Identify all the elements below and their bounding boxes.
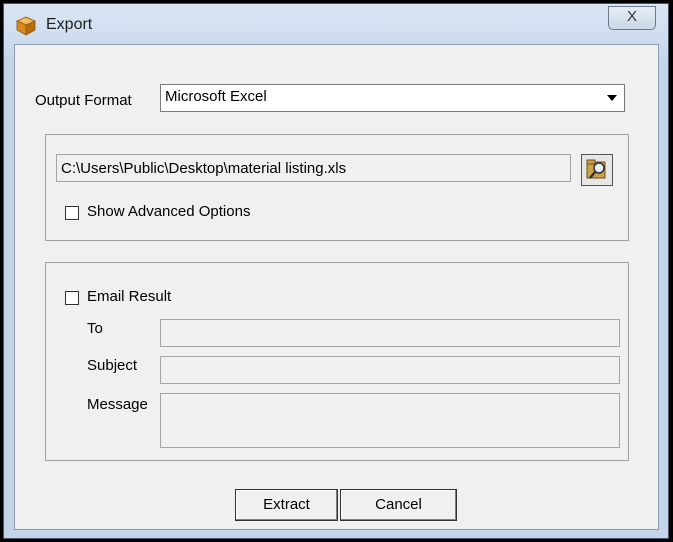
file-group bbox=[45, 134, 629, 241]
to-label: To bbox=[87, 320, 103, 337]
show-advanced-checkbox[interactable] bbox=[65, 206, 79, 220]
folder-search-icon bbox=[582, 159, 612, 189]
message-field[interactable] bbox=[160, 393, 620, 448]
cancel-button[interactable]: Cancel bbox=[340, 489, 457, 521]
export-dialog: Export X Output Format Microsoft Excel C… bbox=[3, 3, 669, 539]
email-result-label: Email Result bbox=[87, 288, 172, 305]
extract-button[interactable]: Extract bbox=[235, 489, 338, 521]
extract-label: Extract bbox=[263, 496, 310, 513]
package-cube-icon bbox=[16, 16, 36, 36]
email-result-checkbox[interactable] bbox=[65, 291, 79, 305]
subject-field[interactable] bbox=[160, 356, 620, 384]
output-format-value: Microsoft Excel bbox=[165, 88, 267, 105]
message-label: Message bbox=[87, 396, 148, 413]
output-format-label: Output Format bbox=[35, 92, 132, 109]
subject-label: Subject bbox=[87, 357, 138, 374]
browse-button[interactable] bbox=[581, 154, 613, 186]
close-icon: X bbox=[626, 8, 637, 25]
to-field[interactable] bbox=[160, 319, 620, 347]
file-path-value: C:\Users\Public\Desktop\material listing… bbox=[61, 160, 347, 177]
show-advanced-label: Show Advanced Options bbox=[87, 203, 251, 220]
dialog-body: Output Format Microsoft Excel C:\Users\P… bbox=[14, 44, 659, 530]
window-title: Export bbox=[46, 16, 93, 33]
chevron-down-icon[interactable] bbox=[601, 86, 623, 110]
close-button[interactable]: X bbox=[608, 6, 656, 30]
file-path-field[interactable]: C:\Users\Public\Desktop\material listing… bbox=[56, 154, 571, 182]
cancel-label: Cancel bbox=[375, 496, 422, 513]
output-format-dropdown[interactable]: Microsoft Excel bbox=[160, 84, 625, 112]
